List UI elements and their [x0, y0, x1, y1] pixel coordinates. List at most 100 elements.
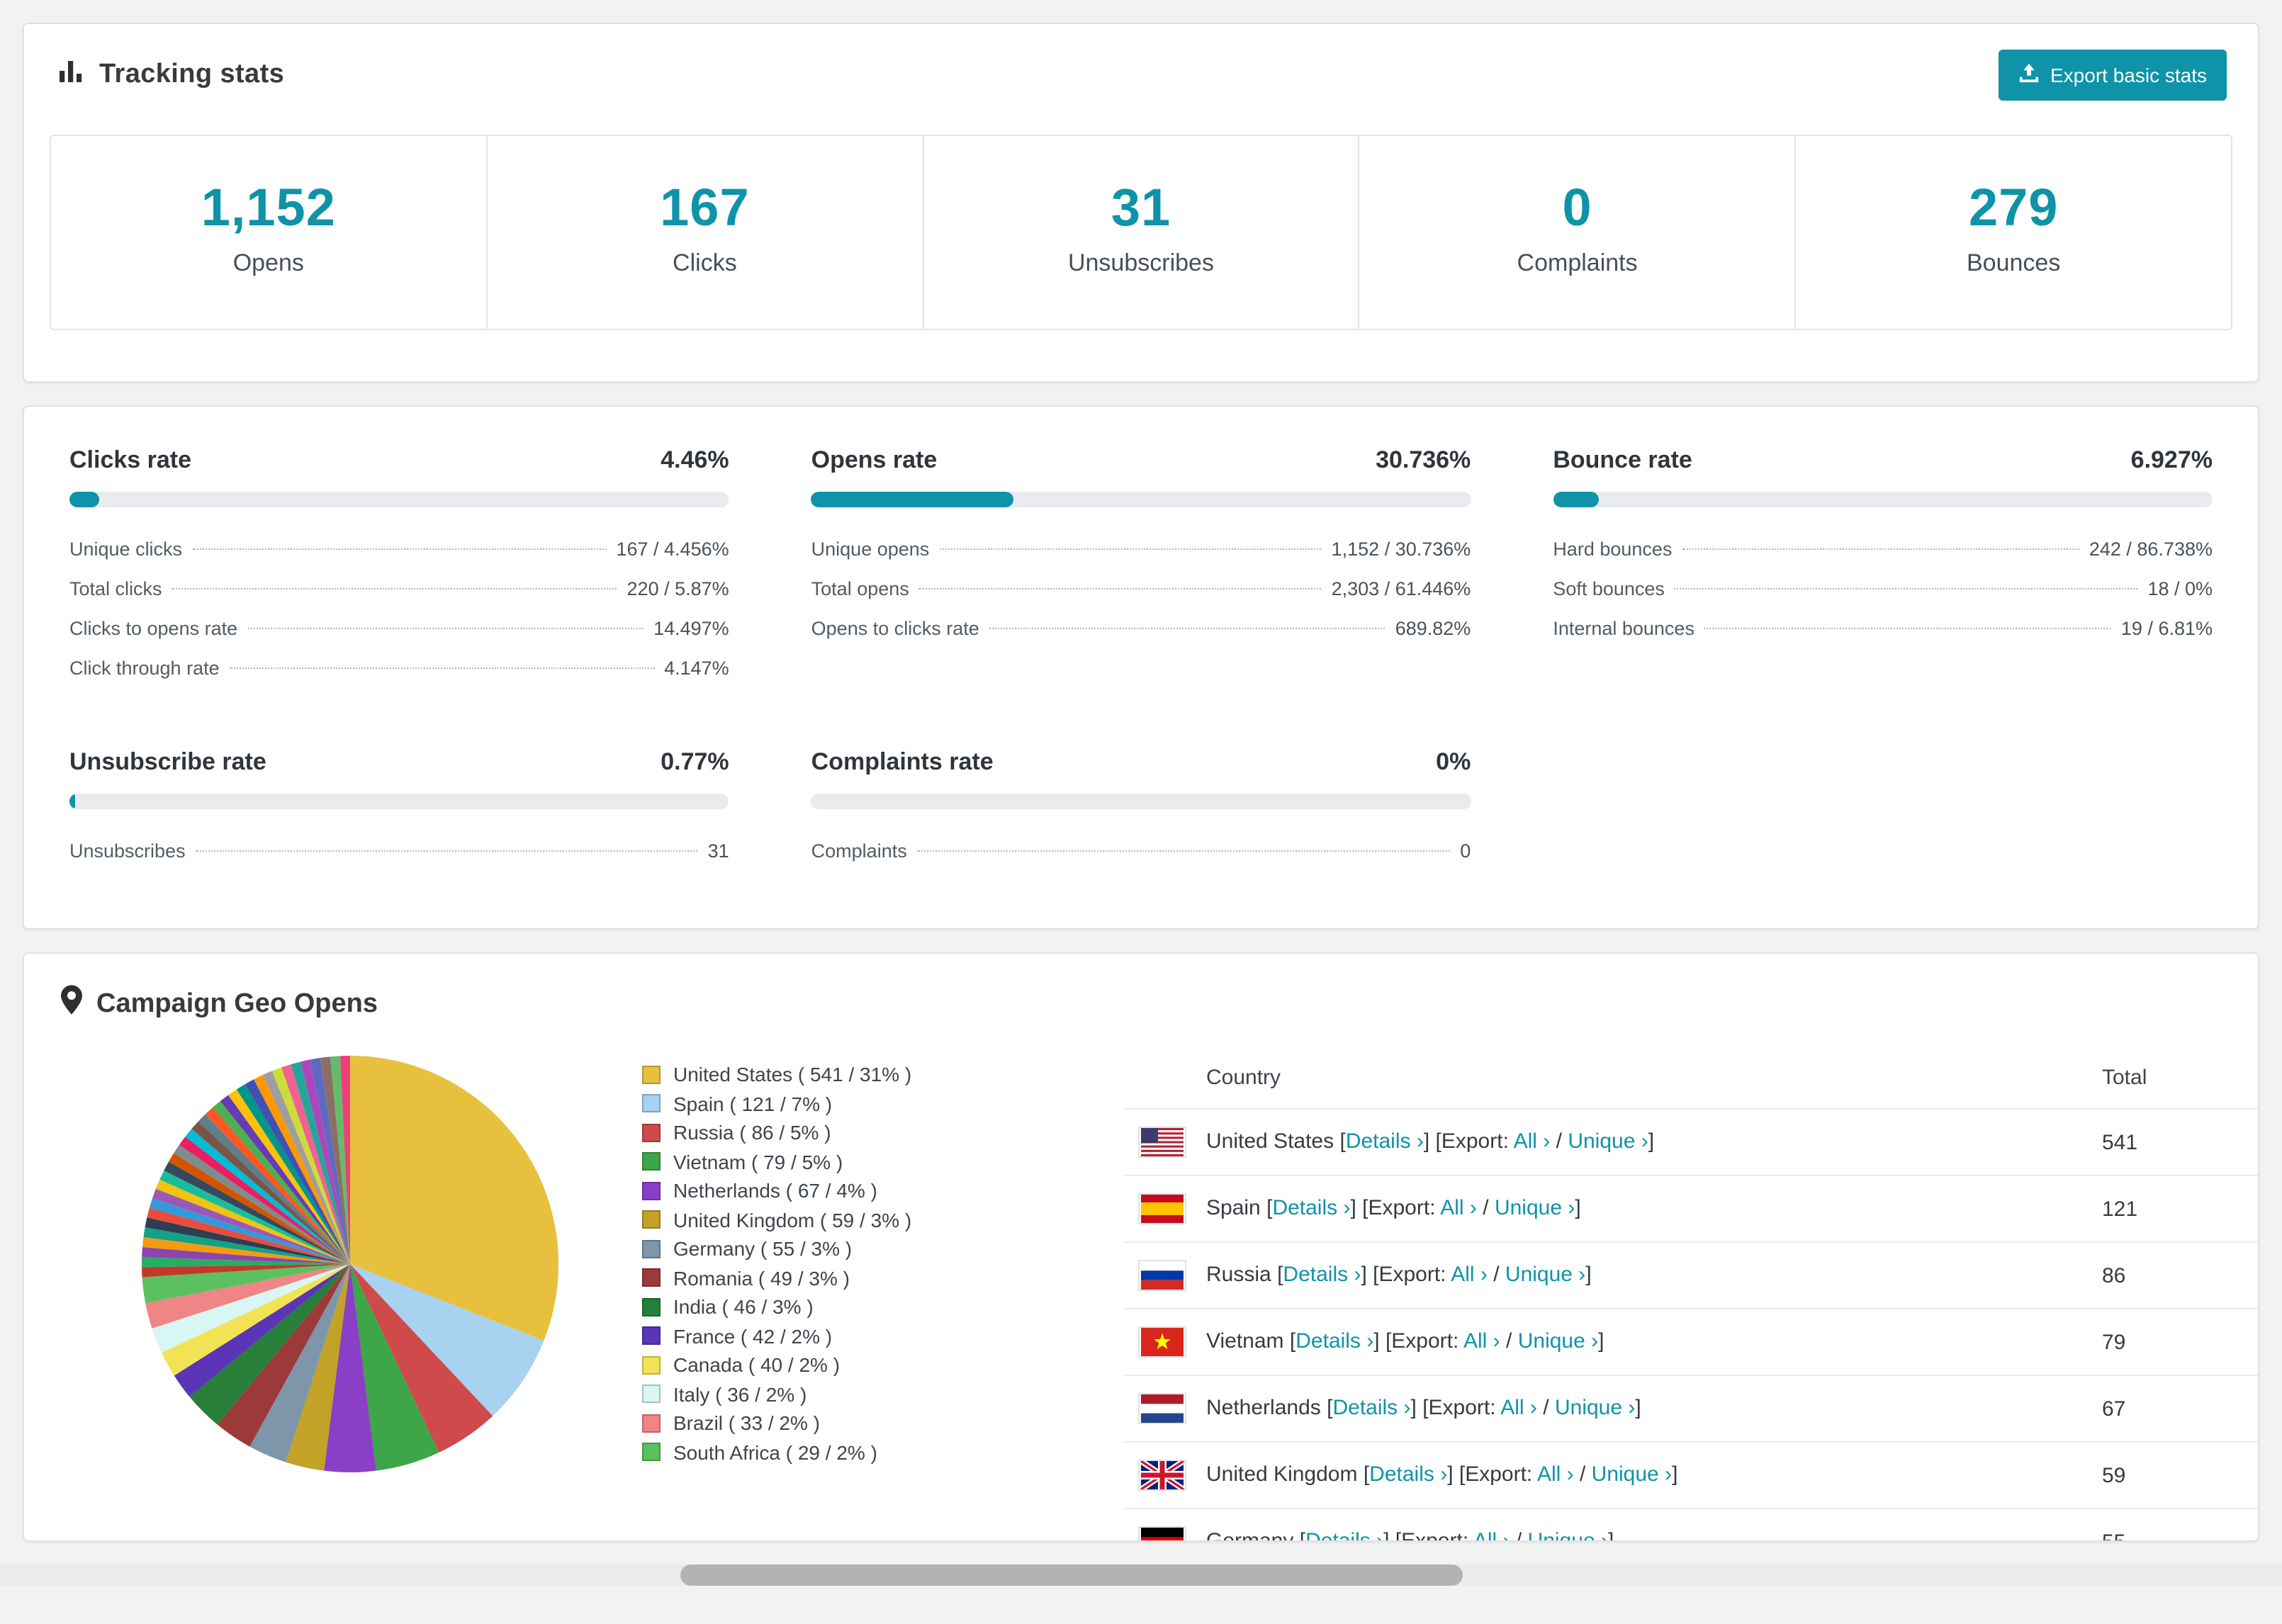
export-all-link[interactable]: All ›: [1451, 1263, 1488, 1287]
details-link[interactable]: Details ›: [1305, 1529, 1383, 1540]
geo-opens-card: Campaign Geo Opens United States ( 541 /…: [23, 952, 2259, 1542]
netherlands-flag-icon: [1138, 1393, 1186, 1424]
rate-row-value: 31: [707, 840, 729, 862]
rate-row: Internal bounces 19 / 6.81%: [1553, 609, 2213, 649]
export-all-link[interactable]: All ›: [1473, 1529, 1510, 1540]
clicks-rate-bar: [69, 492, 729, 507]
legend-item: Spain ( 121 / 7% ): [642, 1089, 999, 1118]
spain-flag-icon: [1138, 1193, 1186, 1224]
opens-rate-title: Opens rate: [811, 446, 938, 473]
export-unique-link[interactable]: Unique ›: [1505, 1263, 1585, 1287]
unsubscribe-rate-bar-fill: [69, 794, 75, 809]
table-row-russia: Russia [Details ›] [Export: All › / Uniq…: [1124, 1242, 2258, 1309]
tracking-stats-card: Tracking stats Export basic stats 1,152 …: [23, 23, 2259, 383]
export-unique-link[interactable]: Unique ›: [1528, 1529, 1608, 1540]
legend-label: Brazil ( 33 / 2% ): [673, 1411, 820, 1434]
complaints-rate-title: Complaints rate: [811, 748, 994, 775]
export-unique-link[interactable]: Unique ›: [1555, 1396, 1635, 1420]
legend-item: Romania ( 49 / 3% ): [642, 1263, 999, 1292]
legend-swatch: [642, 1123, 661, 1142]
table-row-germany: Germany [Details ›] [Export: All › / Uni…: [1124, 1509, 2258, 1540]
uk-flag-icon: [1138, 1460, 1186, 1491]
stat-label: Opens: [232, 249, 304, 276]
export-unique-link[interactable]: Unique ›: [1495, 1196, 1575, 1220]
export-basic-stats-button[interactable]: Export basic stats: [1998, 50, 2227, 101]
legend-item: Netherlands ( 67 / 4% ): [642, 1176, 999, 1205]
legend-swatch: [642, 1443, 661, 1462]
stat-opens: 1,152 Opens: [51, 136, 488, 329]
rate-row-label: Opens to clicks rate: [811, 618, 979, 639]
export-all-link[interactable]: All ›: [1500, 1396, 1537, 1420]
export-all-link[interactable]: All ›: [1463, 1329, 1500, 1353]
unsubscribe-rate-title: Unsubscribe rate: [69, 748, 266, 775]
legend-swatch: [642, 1152, 661, 1171]
export-all-link[interactable]: All ›: [1537, 1462, 1574, 1487]
legend-item: Vietnam ( 79 / 5% ): [642, 1147, 999, 1176]
table-row-netherlands: Netherlands [Details ›] [Export: All › /…: [1124, 1375, 2258, 1443]
export-button-label: Export basic stats: [2050, 64, 2207, 86]
rate-row: Unique opens 1,152 / 30.736%: [811, 530, 1471, 570]
stats-summary-box: 1,152 Opens 167 Clicks 31 Unsubscribes 0…: [50, 135, 2232, 330]
legend-label: United States ( 541 / 31% ): [673, 1063, 912, 1086]
export-unique-link[interactable]: Unique ›: [1568, 1129, 1648, 1154]
stat-label: Clicks: [673, 249, 737, 276]
country-total: 55: [2102, 1509, 2258, 1540]
bounce-rate-bar: [1553, 492, 2213, 507]
country-total: 79: [2102, 1309, 2258, 1376]
rate-row-label: Hard bounces: [1553, 538, 1673, 560]
country-total: 67: [2102, 1375, 2258, 1443]
details-link[interactable]: Details ›: [1272, 1196, 1350, 1220]
opens-rate-bar-fill: [811, 492, 1014, 507]
geo-table: Country Total United States [Details ›] …: [1124, 1046, 2258, 1540]
legend-swatch: [642, 1268, 661, 1287]
legend-item: Germany ( 55 / 3% ): [642, 1234, 999, 1263]
dotted-leader: [229, 667, 655, 669]
export-all-link[interactable]: All ›: [1514, 1129, 1551, 1154]
opens-rate-value: 30.736%: [1376, 446, 1471, 473]
details-link[interactable]: Details ›: [1332, 1396, 1410, 1420]
tracking-stats-title-row: Tracking stats: [58, 58, 284, 92]
country-name: Vietnam: [1206, 1329, 1284, 1353]
rate-row-value: 1,152 / 30.736%: [1331, 538, 1471, 560]
legend-swatch: [642, 1297, 661, 1316]
details-link[interactable]: Details ›: [1369, 1462, 1447, 1487]
legend-item: Italy ( 36 / 2% ): [642, 1380, 999, 1409]
rate-row-label: Unique clicks: [69, 538, 183, 560]
dotted-leader: [918, 588, 1322, 590]
legend-swatch: [642, 1355, 661, 1375]
export-unique-link[interactable]: Unique ›: [1592, 1462, 1672, 1487]
export-unique-link[interactable]: Unique ›: [1518, 1329, 1598, 1353]
dotted-leader: [172, 588, 617, 590]
legend-label: United Kingdom ( 59 / 3% ): [673, 1208, 912, 1231]
complaints-rate-bar: [811, 794, 1471, 809]
legend-swatch: [642, 1210, 661, 1229]
opens-rate-bar: [811, 492, 1471, 507]
details-link[interactable]: Details ›: [1295, 1329, 1373, 1353]
details-link[interactable]: Details ›: [1283, 1263, 1361, 1287]
rate-row-label: Total opens: [811, 578, 909, 599]
legend-item: Brazil ( 33 / 2% ): [642, 1409, 999, 1438]
country-total: 541: [2102, 1109, 2258, 1176]
rate-row-label: Clicks to opens rate: [69, 618, 238, 639]
country-name: United Kingdom: [1206, 1462, 1358, 1487]
rate-row-value: 242 / 86.738%: [2089, 538, 2213, 560]
legend-swatch: [642, 1065, 661, 1084]
germany-flag-icon: [1138, 1526, 1186, 1540]
rate-row-value: 0: [1460, 840, 1471, 862]
legend-swatch: [642, 1094, 661, 1113]
legend-swatch: [642, 1385, 661, 1404]
details-link[interactable]: Details ›: [1346, 1129, 1424, 1154]
horizontal-scrollbar-thumb[interactable]: [680, 1564, 1463, 1586]
export-all-link[interactable]: All ›: [1440, 1196, 1477, 1220]
stat-value: 279: [1968, 179, 2059, 237]
unsubscribe-rate-bar: [69, 794, 729, 809]
country-column-header: Country: [1124, 1046, 2102, 1110]
rate-row-value: 220 / 5.87%: [626, 578, 729, 599]
bar-chart-icon: [58, 58, 85, 92]
legend-label: Netherlands ( 67 / 4% ): [673, 1179, 877, 1202]
bounce-rate-value: 6.927%: [2130, 446, 2213, 473]
legend-item: Canada ( 40 / 2% ): [642, 1350, 999, 1380]
stat-label: Unsubscribes: [1067, 249, 1214, 276]
rate-row: Clicks to opens rate 14.497%: [69, 609, 729, 649]
rate-row: Unsubscribes 31: [69, 832, 729, 872]
